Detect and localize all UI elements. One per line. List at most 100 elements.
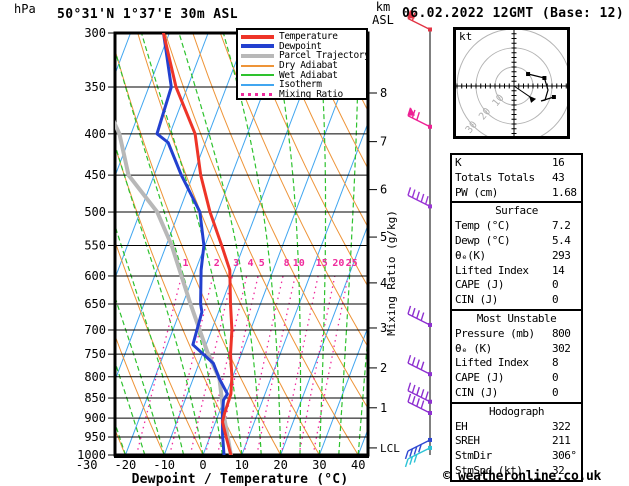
svg-text:0: 0: [199, 458, 206, 472]
svg-text:8: 8: [380, 86, 387, 100]
row-label: CAPE (J): [455, 278, 504, 291]
table-row: Totals Totals43: [455, 171, 578, 186]
svg-text:-30: -30: [76, 458, 98, 472]
svg-text:650: 650: [84, 297, 106, 311]
row-value: 0: [552, 278, 558, 293]
altitude-axis-unit: km ASL: [366, 1, 400, 27]
svg-text:800: 800: [84, 370, 106, 384]
legend-swatch: [241, 84, 274, 86]
chart-legend: TemperatureDewpointParcel TrajectoryDry …: [236, 28, 368, 100]
legend-swatch: [241, 54, 274, 58]
legend-swatch: [241, 44, 274, 48]
info-tables: K16Totals Totals43PW (cm)1.68SurfaceTemp…: [450, 153, 583, 482]
row-value: 0: [552, 386, 558, 401]
row-value: 322: [552, 420, 570, 435]
row-label: PW (cm): [455, 186, 498, 199]
row-label: Temp (°C): [455, 219, 510, 232]
mixing-ratio-value-label: 1: [182, 258, 188, 269]
svg-text:450: 450: [84, 168, 106, 182]
table-row: Dewp (°C)5.4: [455, 234, 578, 249]
table-row: CIN (J)0: [455, 293, 578, 308]
section-header: Surface: [455, 204, 578, 219]
mixing-ratio-value-label: 2: [214, 258, 220, 269]
mixing-ratio-value-label: 8: [284, 258, 290, 269]
svg-text:500: 500: [84, 205, 106, 219]
svg-text:400: 400: [84, 127, 106, 141]
lcl-label: LCL: [380, 442, 400, 455]
table-row: Temp (°C) 7.2: [455, 219, 578, 234]
table-row: SREH211: [455, 434, 578, 449]
row-label: θₑ (K): [455, 342, 492, 355]
wind-barbs: [406, 10, 433, 466]
svg-text:850: 850: [84, 391, 106, 405]
section-header: Hodograph: [455, 405, 578, 420]
row-value: 306°: [552, 449, 577, 464]
legend-swatch: [241, 93, 274, 96]
svg-text:40: 40: [351, 458, 365, 472]
table-row: Pressure (mb) 800: [455, 327, 578, 342]
svg-text:350: 350: [84, 80, 106, 94]
row-label: Totals Totals: [455, 171, 535, 184]
svg-text:-20: -20: [115, 458, 137, 472]
table-row: θₑ (K) 302: [455, 342, 578, 357]
svg-text:20: 20: [273, 458, 287, 472]
row-value: 14: [552, 264, 564, 279]
row-value: 5.4: [552, 234, 570, 249]
sounding-page: 1234581015202530035040045050055060065070…: [0, 0, 629, 486]
row-value: 7.2: [552, 219, 570, 234]
row-label: Pressure (mb): [455, 327, 535, 340]
mixing-ratio-value-label: 10: [293, 258, 305, 269]
row-label: EH: [455, 420, 467, 433]
legend-swatch: [241, 65, 274, 67]
mixing-ratio-lines: [137, 276, 349, 455]
altitude-unit-asl: ASL: [366, 14, 400, 27]
svg-text:600: 600: [84, 269, 106, 283]
temp-tick-labels: -30-20-10010203040: [76, 458, 366, 472]
pressure-tick-labels: 3003504004505005506006507007508008509009…: [77, 26, 106, 462]
row-value: 800: [552, 327, 570, 342]
hodograph-unit-label: kt: [459, 30, 472, 43]
row-value: 293: [552, 249, 570, 264]
legend-item-mixing-ratio: Mixing Ratio: [241, 90, 366, 100]
row-value: 1.68: [552, 186, 577, 201]
pressure-axis-unit: hPa: [14, 2, 36, 16]
table-row: CIN (J)0: [455, 386, 578, 401]
table-row: PW (cm) 1.68: [455, 186, 578, 201]
hodograph-ring-label: 10: [491, 93, 507, 109]
row-value: 16: [552, 156, 564, 171]
section-header: Most Unstable: [455, 312, 578, 327]
mixing-ratio-axis-label: Mixing Ratio (g/kg): [385, 203, 399, 343]
table-row: EH 322: [455, 420, 578, 435]
row-label: Lifted Index: [455, 356, 528, 369]
table-row: Lifted Index8: [455, 356, 578, 371]
row-value: 0: [552, 293, 558, 308]
svg-text:-10: -10: [153, 458, 175, 472]
table-row: CAPE (J) 0: [455, 278, 578, 293]
row-label: SREH: [455, 434, 480, 447]
svg-text:550: 550: [84, 238, 106, 252]
table-row: K16: [455, 156, 578, 171]
info-section-most-unstable: Most UnstablePressure (mb)800θₑ (K)302Li…: [450, 309, 583, 404]
info-section-surface: SurfaceTemp (°C) 7.2Dewp (°C)5.4θₑ(K)293L…: [450, 201, 583, 311]
page-title: 50°31'N 1°37'E 30m ASL: [57, 7, 238, 22]
svg-text:10: 10: [235, 458, 249, 472]
mixing-ratio-value-label: 15: [316, 258, 328, 269]
mixing-ratio-value-label: 4: [247, 258, 253, 269]
legend-swatch: [241, 74, 274, 76]
hodograph-ring-label: 30: [464, 120, 480, 136]
legend-swatch: [241, 35, 274, 39]
row-label: Lifted Index: [455, 264, 528, 277]
table-row: CAPE (J) 0: [455, 371, 578, 386]
row-value: 0: [552, 371, 558, 386]
svg-text:6: 6: [380, 183, 387, 197]
svg-text:900: 900: [84, 411, 106, 425]
mixing-ratio-value-label: 3: [233, 258, 239, 269]
row-label: CAPE (J): [455, 371, 504, 384]
svg-text:950: 950: [84, 430, 106, 444]
mixing-ratio-value-label: 5: [259, 258, 265, 269]
temp-axis-label: Dewpoint / Temperature (°C): [90, 472, 390, 486]
svg-text:300: 300: [84, 26, 106, 40]
row-value: 302: [552, 342, 570, 357]
mixing-ratio-value-label: 25: [346, 258, 358, 269]
table-row: θₑ(K)293: [455, 249, 578, 264]
